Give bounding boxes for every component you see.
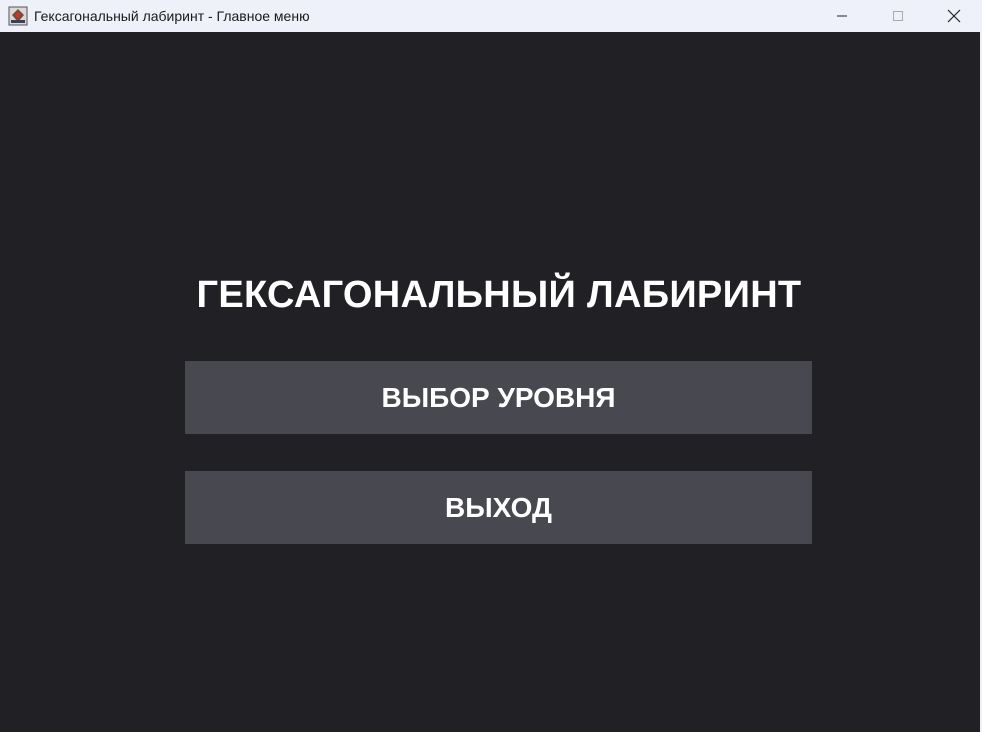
app-window: Гексагональный лабиринт - Главное меню Г… — [0, 0, 982, 732]
game-title: ГЕКСАГОНАЛЬНЫЙ ЛАБИРИНТ — [196, 274, 802, 316]
maximize-button[interactable] — [870, 0, 926, 32]
window-title: Гексагональный лабиринт - Главное меню — [34, 8, 310, 24]
close-button[interactable] — [926, 0, 982, 32]
minimize-button[interactable] — [814, 0, 870, 32]
close-icon — [947, 9, 961, 23]
app-icon[interactable] — [8, 6, 28, 26]
window-controls — [814, 0, 982, 32]
title-bar[interactable]: Гексагональный лабиринт - Главное меню — [0, 0, 982, 32]
maximize-icon — [893, 11, 903, 21]
level-select-button[interactable]: ВЫБОР УРОВНЯ — [185, 361, 812, 434]
exit-button[interactable]: ВЫХОД — [185, 471, 812, 544]
minimize-icon — [837, 15, 847, 17]
